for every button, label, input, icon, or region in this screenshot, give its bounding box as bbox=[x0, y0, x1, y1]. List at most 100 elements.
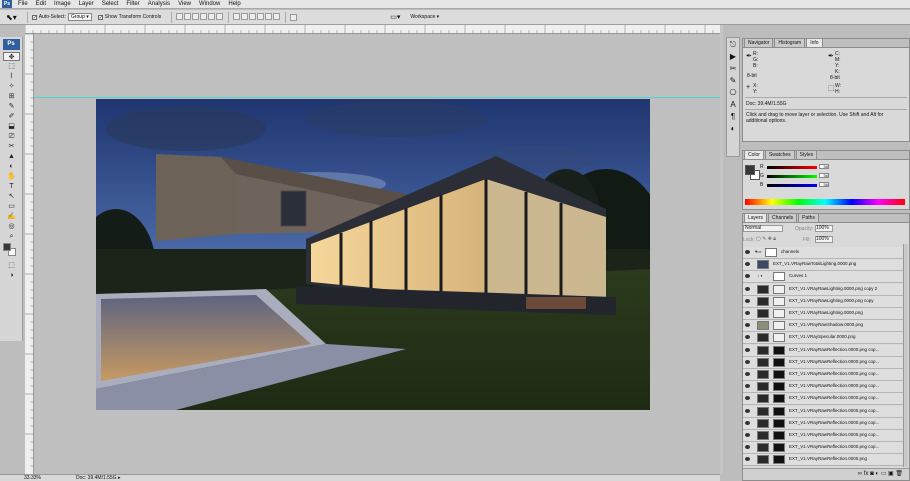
tab-navigator[interactable]: Navigator bbox=[744, 38, 774, 47]
clone-source-icon[interactable]: ⎔ bbox=[728, 88, 738, 98]
visibility-eye-icon[interactable] bbox=[745, 335, 750, 340]
move-tool-icon[interactable]: ✥ bbox=[3, 52, 20, 61]
document-image[interactable] bbox=[76, 99, 666, 410]
layer-row[interactable]: EXT_V1.VRayRawTotalLighting.0000.png bbox=[743, 259, 903, 272]
green-value-field[interactable]: 56 bbox=[819, 173, 829, 178]
distribute-middle-button[interactable] bbox=[241, 12, 249, 20]
transform-controls-checkbox[interactable]: ✓ bbox=[97, 14, 103, 20]
tab-channels[interactable]: Channels bbox=[768, 213, 798, 222]
status-menu-arrow-icon[interactable]: ▸ bbox=[118, 475, 121, 481]
layer-row[interactable]: EXT_V1.VRayRawReflection.0000.png bbox=[743, 454, 903, 467]
tab-layers[interactable]: Layers bbox=[744, 213, 768, 222]
menu-layer[interactable]: Layer bbox=[75, 0, 98, 9]
align-middle-button[interactable] bbox=[184, 12, 192, 20]
workspace-menu[interactable]: Workspace ▾ bbox=[410, 14, 439, 20]
screen-mode-icon[interactable]: ◑ bbox=[3, 271, 20, 280]
menu-help[interactable]: Help bbox=[224, 0, 244, 9]
distribute-right-button[interactable] bbox=[273, 12, 281, 20]
visibility-eye-icon[interactable] bbox=[745, 445, 750, 450]
new-group-icon[interactable]: ▭ bbox=[881, 471, 888, 477]
shape-tool-icon[interactable]: ▭ bbox=[3, 202, 20, 211]
layer-row[interactable]: EXT_V1.VRayRawReflection.0000.png cop... bbox=[743, 344, 903, 357]
auto-select-checkbox[interactable]: ✓ bbox=[31, 14, 37, 20]
healing-brush-icon[interactable]: ✐ bbox=[3, 112, 20, 121]
layer-row[interactable]: EXT_V1.VRayRawReflection.0000.png cop... bbox=[743, 381, 903, 394]
visibility-eye-icon[interactable] bbox=[745, 359, 750, 364]
visibility-eye-icon[interactable] bbox=[745, 372, 750, 376]
fill-field[interactable]: 100% bbox=[815, 236, 833, 243]
layer-row[interactable]: EXT_V1.VRayRawLighting.0000.png bbox=[743, 308, 903, 320]
brush-tool-icon[interactable]: ⬓ bbox=[3, 122, 20, 131]
green-slider[interactable] bbox=[767, 175, 817, 178]
paragraph-icon[interactable]: ¶ bbox=[728, 112, 738, 122]
quick-mask-icon[interactable]: ⬚ bbox=[3, 261, 20, 270]
visibility-eye-icon[interactable] bbox=[745, 286, 750, 291]
distribute-top-button[interactable] bbox=[233, 12, 241, 20]
ruler-vertical[interactable] bbox=[25, 33, 34, 474]
zoom-tool-icon[interactable]: ⌕ bbox=[3, 232, 20, 241]
dodge-tool-icon[interactable]: ✋ bbox=[3, 172, 20, 181]
menu-select[interactable]: Select bbox=[98, 0, 123, 9]
ruler-horizontal[interactable] bbox=[24, 25, 720, 34]
layer-row[interactable]: EXT_V1.VRayRawLighting.0000.png copy bbox=[743, 295, 903, 308]
workspace-icon[interactable]: ▭▾ bbox=[390, 13, 400, 21]
red-slider[interactable] bbox=[767, 166, 817, 169]
menu-edit[interactable]: Edit bbox=[32, 0, 50, 9]
adjustments-icon[interactable]: ◐ bbox=[728, 124, 738, 134]
path-selection-icon[interactable]: ↖ bbox=[3, 192, 20, 201]
visibility-eye-icon[interactable] bbox=[745, 384, 750, 389]
menu-file[interactable]: File bbox=[14, 0, 32, 9]
layer-row[interactable]: EXT_V1.VRayRawLighting.0000.png copy 2 bbox=[743, 283, 903, 296]
foreground-color-chip-front[interactable] bbox=[745, 165, 755, 175]
blue-slider[interactable] bbox=[767, 184, 817, 187]
guide-line[interactable] bbox=[34, 97, 720, 98]
layer-row[interactable]: EXT_V1.VRayRawReflection.0000.png cop... bbox=[743, 417, 903, 430]
history-brush-icon[interactable]: ✂ bbox=[3, 142, 20, 151]
brushes-icon[interactable]: ✎ bbox=[728, 76, 738, 86]
distribute-left-button[interactable] bbox=[257, 12, 265, 20]
lasso-tool-icon[interactable]: ⌇ bbox=[3, 72, 20, 81]
gradient-tool-icon[interactable]: ◐ bbox=[3, 162, 20, 171]
lock-icons[interactable]: ▢ ✎ ✥ 🔒︎ bbox=[756, 236, 776, 242]
distribute-bottom-button[interactable] bbox=[249, 12, 257, 20]
auto-align-button[interactable] bbox=[290, 13, 298, 21]
auto-select-option[interactable]: ✓ Auto-Select: Group ▾ bbox=[31, 13, 92, 21]
notes-tool-icon[interactable]: ✍ bbox=[3, 212, 20, 221]
folder-icon[interactable]: ▾▭ bbox=[755, 249, 762, 255]
tab-color[interactable]: Color bbox=[744, 150, 764, 159]
eraser-icon[interactable]: ▲ bbox=[3, 152, 20, 161]
layer-row[interactable]: EXT_V1.VRayRawReflection.0000.png cop... bbox=[743, 430, 903, 442]
visibility-eye-icon[interactable] bbox=[745, 420, 750, 425]
tab-styles[interactable]: Styles bbox=[795, 150, 818, 159]
align-left-button[interactable] bbox=[200, 12, 208, 20]
visibility-eye-icon[interactable] bbox=[745, 298, 750, 303]
actions-icon[interactable]: ▶ bbox=[728, 52, 738, 62]
layer-row[interactable]: EXT_V1.VRayRawReflection.0000.png cop... bbox=[743, 393, 903, 406]
blend-mode-select[interactable]: Normal bbox=[743, 225, 783, 232]
visibility-eye-icon[interactable] bbox=[745, 433, 750, 437]
visibility-eye-icon[interactable] bbox=[745, 457, 750, 462]
menu-window[interactable]: Window bbox=[195, 0, 224, 9]
layer-row[interactable]: EXT_V1.VRayRawReflection.0000.png cop... bbox=[743, 442, 903, 455]
history-icon[interactable]: ⎋ bbox=[728, 40, 738, 50]
tab-swatches[interactable]: Swatches bbox=[764, 150, 795, 159]
visibility-eye-icon[interactable] bbox=[745, 396, 750, 401]
clone-stamp-icon[interactable]: ⎚ bbox=[3, 132, 20, 141]
visibility-eye-icon[interactable] bbox=[745, 274, 750, 279]
magic-wand-icon[interactable]: ✧ bbox=[3, 82, 20, 91]
distribute-center-button[interactable] bbox=[265, 12, 273, 20]
layer-row[interactable]: EXT_V1.VRayRawShadow.0000.png bbox=[743, 320, 903, 333]
menu-view[interactable]: View bbox=[174, 0, 195, 9]
menu-analysis[interactable]: Analysis bbox=[144, 0, 174, 9]
visibility-eye-icon[interactable] bbox=[745, 311, 750, 315]
character-icon[interactable]: A bbox=[728, 100, 738, 110]
layer-row[interactable]: ↓ ◐ Curves 1 bbox=[743, 271, 903, 284]
visibility-eye-icon[interactable] bbox=[745, 250, 750, 254]
transform-controls-option[interactable]: ✓ Show Transform Controls bbox=[97, 14, 161, 20]
marquee-tool-icon[interactable]: ⬚ bbox=[3, 62, 20, 71]
visibility-eye-icon[interactable] bbox=[745, 408, 750, 413]
menu-filter[interactable]: Filter bbox=[122, 0, 143, 9]
align-top-button[interactable] bbox=[176, 12, 184, 20]
align-center-button[interactable] bbox=[208, 12, 216, 20]
align-bottom-button[interactable] bbox=[192, 12, 200, 20]
